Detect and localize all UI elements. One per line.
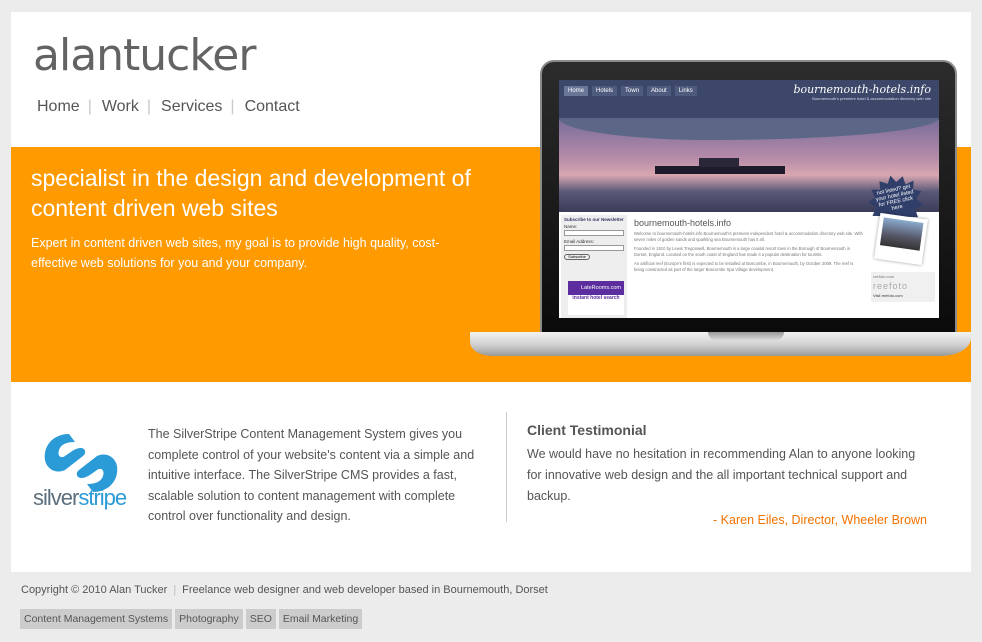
showcase-paragraph: An artificial reef (Europe's first) is e…: [634, 261, 854, 272]
reefoto-title: reefoto.com: [873, 274, 895, 279]
laterooms-promo: LateRooms.com instant hotel search: [568, 281, 624, 315]
laptop-screen: Home Hotels Town About Links bournemouth…: [559, 80, 939, 318]
newsletter-title: Subscribe to our Newsletter: [564, 217, 624, 222]
showcase-heading: bournemouth-hotels.info: [634, 218, 732, 228]
pier-building: [699, 158, 739, 167]
footer-text: Copyright © 2010 Alan Tucker | Freelance w…: [21, 584, 548, 596]
lower-content: silverstripe The SilverStripe Content Ma…: [11, 382, 971, 572]
site-logo[interactable]: alantucker: [33, 30, 256, 81]
section-divider: [506, 412, 507, 522]
nav-contact[interactable]: Contact: [245, 98, 300, 116]
showcase-site-title: bournemouth-hotels.info: [793, 83, 931, 96]
wordmark-silver: silver: [33, 485, 79, 510]
showcase-paragraph: Welcome to bournemouth-hotels.info Bourn…: [634, 231, 863, 242]
showcase-right-box: reefoto.com reefoto Visit reefoto.com: [871, 272, 935, 302]
subscribe-button: Subscribe: [564, 254, 590, 260]
nav-work[interactable]: Work: [102, 98, 139, 116]
showcase-nav-item: Home: [564, 86, 589, 96]
showcase-paragraph: Founded in 1810 by Lewis Tregonwell, Bou…: [634, 246, 851, 257]
laptop-showcase-image[interactable]: Home Hotels Town About Links bournemouth…: [470, 60, 971, 360]
reefoto-link: Visit reefoto.com: [873, 293, 903, 298]
showcase-nav-item: Town: [621, 86, 644, 96]
showcase-main: bournemouth-hotels.info Welcome to bourn…: [634, 218, 864, 273]
hero-headline: specialist in the design and development…: [31, 165, 471, 221]
hero-intro: Expert in content driven web sites, my g…: [31, 236, 440, 270]
name-label: Name:: [564, 224, 578, 229]
nav-services[interactable]: Services: [161, 98, 222, 116]
tag-photography[interactable]: Photography: [175, 609, 243, 629]
promo-brand: LateRooms.com: [568, 281, 624, 295]
email-field: [564, 245, 624, 251]
showcase-site-tagline: Bournemouth's premiere hotel & accommoda…: [812, 96, 931, 101]
nav-home[interactable]: Home: [37, 98, 80, 116]
nav-separator: |: [230, 98, 235, 115]
tag-email-marketing[interactable]: Email Marketing: [278, 609, 363, 629]
tag-cms[interactable]: Content Management Systems: [20, 609, 173, 629]
pier-silhouette: [655, 166, 785, 174]
email-label: Email Address:: [564, 239, 595, 244]
testimonial-title: Client Testimonial: [527, 422, 647, 438]
silverstripe-wordmark: silverstripe: [33, 485, 127, 511]
footer-separator: |: [173, 584, 177, 596]
name-field: [564, 230, 624, 236]
showcase-nav: Home Hotels Town About Links: [564, 86, 697, 96]
footer-tags: Content Management Systems Photography S…: [20, 609, 363, 629]
cms-description: The SilverStripe Content Management Syst…: [148, 427, 475, 523]
promo-text: instant hotel search: [572, 295, 620, 301]
reefoto-logo: reefoto: [873, 281, 909, 291]
showcase-nav-item: Links: [674, 86, 697, 96]
page-container: alantucker Home | Work | Services | Cont…: [11, 12, 971, 572]
main-nav: Home | Work | Services | Contact: [37, 98, 300, 116]
testimonial-author: - Karen Eiles, Director, Wheeler Brown: [713, 513, 927, 527]
footer-tagline: Freelance web designer and web developer…: [182, 584, 548, 596]
showcase-nav-item: Hotels: [592, 86, 618, 96]
nav-separator: |: [146, 98, 152, 115]
wordmark-stripe: stripe: [78, 485, 127, 510]
showcase-nav-item: About: [647, 86, 671, 96]
nav-separator: |: [87, 98, 92, 115]
testimonial-quote: We would have no hesitation in recommend…: [527, 447, 916, 503]
copyright: Copyright © 2010 Alan Tucker: [21, 584, 168, 596]
showcase-sidebar: Subscribe to our Newsletter Name: Email …: [561, 215, 627, 318]
laptop-notch: [708, 332, 784, 340]
tag-seo[interactable]: SEO: [245, 609, 276, 629]
showcase-polaroid: [874, 212, 928, 266]
laptop-lid: Home Hotels Town About Links bournemouth…: [540, 60, 957, 340]
